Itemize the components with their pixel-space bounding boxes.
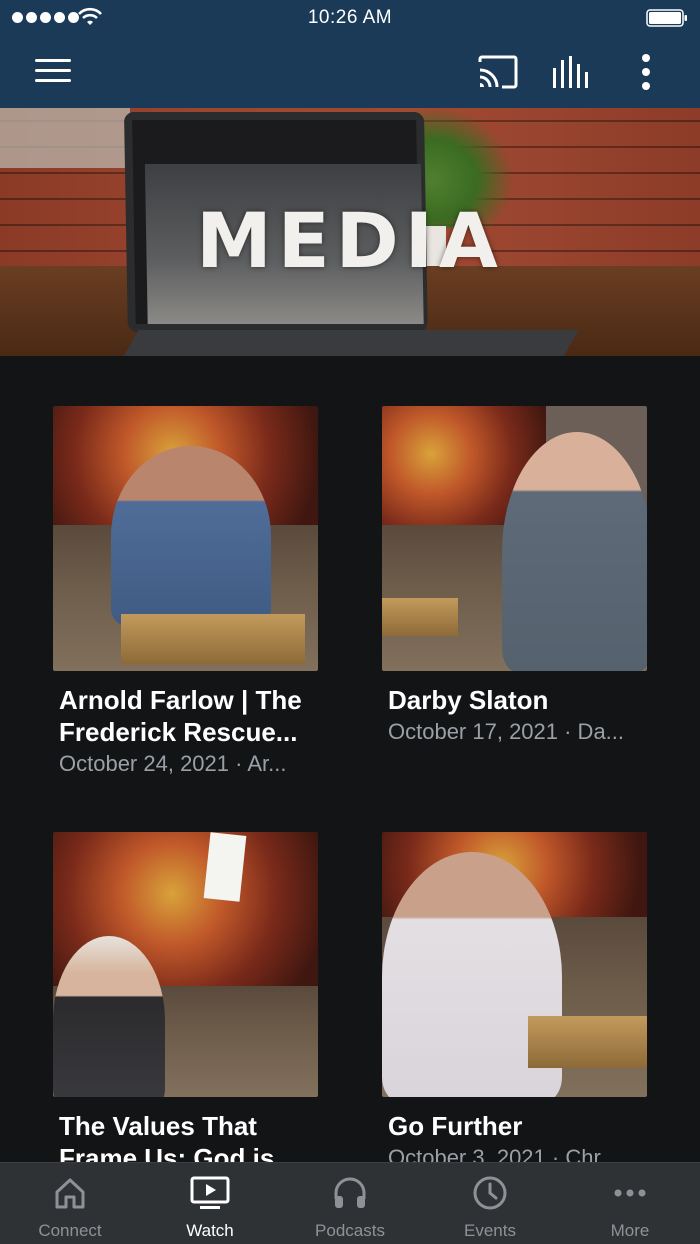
app-header: 10:26 AM: [0, 0, 700, 108]
media-card-title: Darby Slaton: [388, 685, 549, 715]
clock-icon: [473, 1176, 507, 1210]
tab-more[interactable]: More: [560, 1163, 700, 1244]
bottom-tab-bar: Connect Watch Podcasts Events More: [0, 1162, 700, 1244]
status-time: 10:26 AM: [307, 7, 393, 28]
hero-title: MEDIA: [196, 196, 504, 285]
media-card-title: Go Further: [388, 1111, 523, 1141]
laptop-keyboard: [121, 330, 579, 356]
tab-label: Connect: [38, 1221, 102, 1240]
tab-events[interactable]: Events: [420, 1163, 560, 1244]
more-horizontal-icon: [614, 1189, 646, 1197]
cast-icon[interactable]: [476, 54, 520, 90]
tab-watch[interactable]: Watch: [140, 1163, 280, 1244]
media-thumbnail[interactable]: [53, 832, 318, 1097]
status-bar: 10:26 AM: [0, 0, 700, 36]
media-hero-banner: MEDIA: [0, 108, 700, 356]
tab-label: More: [610, 1221, 650, 1240]
tab-connect[interactable]: Connect: [0, 1163, 140, 1244]
tv-play-icon: [190, 1176, 230, 1209]
hamburger-menu-icon[interactable]: [33, 56, 73, 86]
media-thumbnail[interactable]: [53, 406, 318, 671]
tab-label: Events: [464, 1221, 516, 1240]
media-card-title: Arnold Farlow | The Frederick Rescue...: [59, 685, 302, 747]
tab-label: Podcasts: [315, 1221, 385, 1240]
headphones-icon: [334, 1177, 366, 1208]
tab-label: Watch: [186, 1221, 234, 1240]
media-card-subtitle: October 24, 2021 · Ar...: [59, 751, 287, 776]
more-vertical-icon[interactable]: [632, 52, 660, 92]
media-thumbnail[interactable]: [382, 406, 647, 671]
media-card-subtitle: October 17, 2021 · Da...: [388, 719, 625, 744]
hero-window: [0, 108, 130, 168]
tab-podcasts[interactable]: Podcasts: [280, 1163, 420, 1244]
media-thumbnail[interactable]: [382, 832, 647, 1097]
nav-bar: [0, 36, 700, 108]
battery-icon: [646, 9, 687, 27]
audio-levels-icon[interactable]: [550, 54, 594, 90]
home-icon: [55, 1178, 85, 1209]
